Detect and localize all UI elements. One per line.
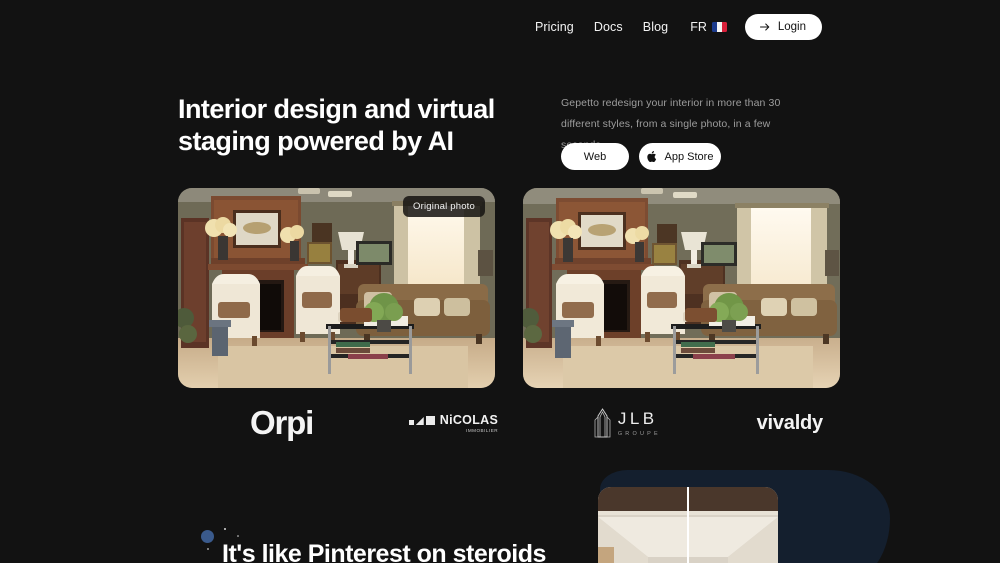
landing-page: Pricing Docs Blog FR Login Interior desi… — [0, 0, 1000, 563]
partner-logo-strip: Orpi NiCOLAS IMMOBILIER JLB GROUPE vival — [178, 400, 823, 446]
logo-nicolas-label: NiCOLAS — [439, 413, 499, 427]
showcase-gallery: Original photo — [178, 188, 840, 388]
language-switcher[interactable]: FR — [678, 14, 735, 40]
login-button[interactable]: Login — [744, 14, 822, 40]
section-heading: It's like Pinterest on steroids — [222, 540, 546, 563]
arrow-right-icon — [759, 23, 770, 31]
main-navigation: Pricing Docs Blog FR Login — [0, 14, 1000, 40]
web-cta-button[interactable]: Web — [561, 143, 629, 170]
logo-vivaldy: vivaldy — [756, 411, 824, 434]
nav-link-pricing[interactable]: Pricing — [525, 14, 584, 40]
login-button-label: Login — [777, 21, 806, 33]
nicolas-mark-icon — [408, 413, 435, 425]
language-label: FR — [690, 20, 707, 34]
before-after-slider-handle[interactable] — [687, 487, 689, 563]
flag-fr-icon — [711, 22, 727, 32]
logo-jlb-label: JLB — [617, 409, 658, 428]
decorative-star-3 — [237, 535, 239, 537]
app-store-cta-button[interactable]: App Store — [639, 143, 721, 170]
decorative-star-2 — [207, 548, 209, 550]
restyled-photo-card[interactable] — [523, 188, 840, 388]
decorative-blue-dot — [201, 530, 214, 543]
before-after-preview-card[interactable] — [598, 487, 778, 563]
original-photo-card[interactable]: Original photo — [178, 188, 495, 388]
status-badge: Original photo — [403, 196, 485, 217]
cta-button-group: Web App Store — [561, 143, 721, 170]
logo-nicolas-sublabel: IMMOBILIER — [466, 428, 499, 433]
logo-orpi: Orpi — [250, 404, 314, 441]
restyled-room-image — [523, 188, 840, 388]
web-cta-label: Web — [583, 150, 607, 163]
decorative-star-1 — [224, 528, 226, 530]
apple-icon — [646, 150, 656, 162]
logo-nicolas: NiCOLAS IMMOBILIER — [408, 413, 499, 433]
page-title: Interior design and virtual staging powe… — [178, 94, 495, 156]
app-store-cta-label: App Store — [664, 150, 714, 163]
logo-jlb: JLB GROUPE — [594, 408, 661, 438]
building-icon — [594, 408, 611, 438]
nav-link-docs[interactable]: Docs — [584, 14, 633, 40]
logo-jlb-sublabel: GROUPE — [617, 431, 661, 437]
nav-link-blog[interactable]: Blog — [633, 14, 678, 40]
original-room-image — [178, 188, 495, 388]
